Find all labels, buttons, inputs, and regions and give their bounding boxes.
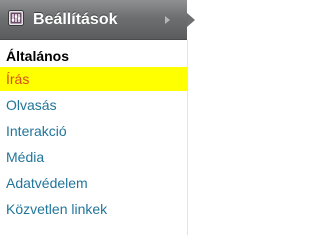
current-menu-pointer (187, 13, 195, 27)
settings-icon (8, 10, 24, 26)
settings-submenu: Általános Írás Olvasás Interakció Média … (0, 40, 188, 235)
submenu-item-iras[interactable]: Írás (0, 67, 187, 91)
settings-menu-title: Beállítások (33, 11, 118, 28)
settings-menu: Beállítások Általános Írás Olvasás Inter… (0, 0, 200, 235)
submenu-item-altalanos[interactable]: Általános (0, 44, 187, 68)
submenu-item-kozvetlen-linkek[interactable]: Közvetlen linkek (0, 197, 187, 221)
chevron-right-icon[interactable] (165, 16, 170, 24)
submenu-item-olvasas[interactable]: Olvasás (0, 93, 187, 117)
settings-menu-header[interactable]: Beállítások (0, 0, 187, 40)
submenu-item-adatvedelem[interactable]: Adatvédelem (0, 171, 187, 195)
submenu-item-media[interactable]: Média (0, 145, 187, 169)
submenu-item-interakcio[interactable]: Interakció (0, 119, 187, 143)
